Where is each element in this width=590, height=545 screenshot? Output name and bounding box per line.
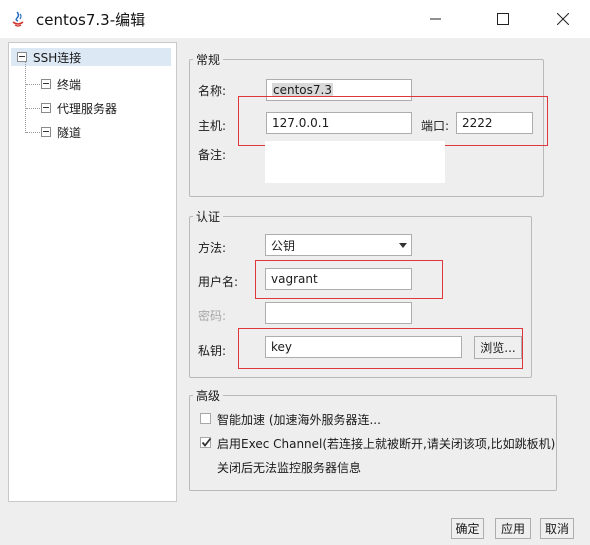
smart-accel-label: 智能加速 (加速海外服务器连...: [217, 413, 381, 427]
maximize-icon: [497, 13, 509, 25]
apply-button[interactable]: 应用: [495, 518, 531, 539]
key-label: 私钥:: [198, 344, 227, 358]
browse-button[interactable]: 浏览...: [474, 336, 522, 359]
tree-item-label: 代理服务器: [57, 101, 118, 116]
tree-item-label: 隧道: [57, 125, 82, 140]
collapse-icon[interactable]: [17, 52, 27, 62]
collapse-icon[interactable]: [41, 79, 51, 89]
name-value: centos7.3: [272, 83, 333, 97]
java-app-icon: [12, 11, 24, 27]
ok-button-label: 确定: [455, 522, 480, 536]
method-value: 公钥: [271, 238, 296, 253]
auth-group-title: 认证: [193, 208, 224, 225]
window-title: centos7.3-编辑: [36, 11, 146, 29]
username-value: vagrant: [271, 272, 318, 286]
cancel-button[interactable]: 取消: [540, 518, 574, 539]
tree-connector: [26, 84, 40, 85]
collapse-icon[interactable]: [41, 127, 51, 137]
settings-tree[interactable]: SSH连接 终端 代理服务器 隧道: [8, 42, 177, 502]
tree-connector: [26, 108, 40, 109]
tree-item-ssh[interactable]: SSH连接: [17, 48, 81, 66]
host-label: 主机:: [198, 119, 227, 133]
close-button[interactable]: [540, 0, 586, 38]
host-value: 127.0.0.1: [272, 116, 330, 130]
smart-accel-checkbox[interactable]: [200, 413, 211, 424]
general-group-title: 常规: [193, 51, 224, 68]
tree-connector: [26, 132, 40, 133]
method-label: 方法:: [198, 241, 227, 255]
key-value: key: [271, 340, 293, 354]
tree-item-proxy[interactable]: 代理服务器: [41, 99, 117, 117]
exec-channel-checkbox[interactable]: [200, 437, 212, 448]
note-textarea[interactable]: [265, 141, 445, 183]
minimize-button[interactable]: [413, 0, 459, 38]
ok-button[interactable]: 确定: [451, 518, 484, 539]
username-input[interactable]: vagrant: [265, 268, 412, 290]
tree-connector: [25, 62, 26, 133]
tree-item-label: SSH连接: [33, 50, 82, 65]
tree-item-label: 终端: [57, 77, 82, 92]
name-label: 名称:: [198, 84, 227, 98]
method-select[interactable]: 公钥: [265, 234, 412, 256]
port-label: 端口:: [421, 119, 450, 133]
tree-item-terminal[interactable]: 终端: [41, 75, 81, 93]
host-input[interactable]: 127.0.0.1: [266, 112, 412, 134]
collapse-icon[interactable]: [41, 103, 51, 113]
checkmark-icon: [201, 437, 212, 447]
cancel-button-label: 取消: [544, 522, 569, 536]
minimize-icon: [430, 18, 441, 20]
password-label: 密码:: [198, 309, 227, 323]
port-value: 2222: [462, 116, 493, 130]
exec-channel-label: 启用Exec Channel(若连接上就被断开,请关闭该项,比如跳板机): [217, 437, 556, 451]
password-input[interactable]: [265, 302, 412, 324]
port-input[interactable]: 2222: [456, 112, 533, 134]
browse-button-label: 浏览...: [480, 341, 516, 355]
exec-channel-note: 关闭后无法监控服务器信息: [217, 461, 362, 475]
key-input[interactable]: key: [265, 336, 462, 358]
maximize-button[interactable]: [480, 0, 526, 38]
apply-button-label: 应用: [500, 522, 525, 536]
chevron-down-icon: [399, 243, 407, 248]
advanced-group-title: 高级: [193, 387, 224, 404]
username-label: 用户名:: [198, 275, 239, 289]
tree-item-tunnel[interactable]: 隧道: [41, 123, 81, 141]
close-icon: [557, 13, 569, 25]
note-label: 备注:: [198, 148, 227, 162]
title-bar[interactable]: centos7.3-编辑: [0, 0, 590, 38]
